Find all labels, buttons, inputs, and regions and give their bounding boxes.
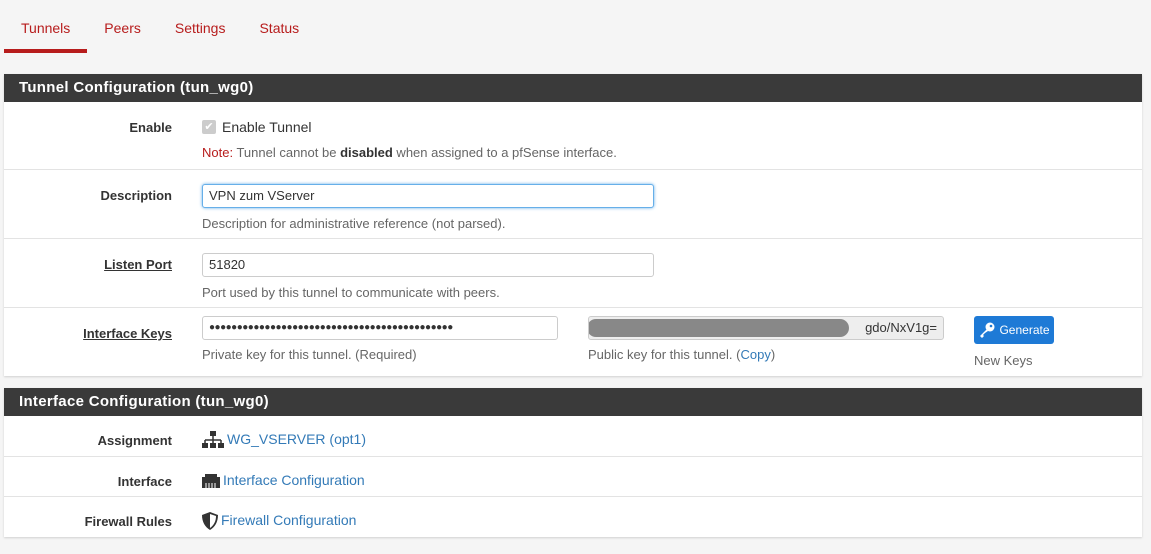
shield-icon xyxy=(202,512,218,531)
generate-button[interactable]: Generate xyxy=(974,316,1054,344)
panel-title: Interface Configuration (tun_wg0) xyxy=(4,388,1142,416)
enable-tunnel-label: Enable Tunnel xyxy=(222,119,312,135)
listen-port-input[interactable]: 51820 xyxy=(202,253,654,277)
assignment-link[interactable]: WG_VSERVER (opt1) xyxy=(227,431,366,447)
listen-port-row: Listen Port 51820 Port used by this tunn… xyxy=(4,239,1142,308)
listen-port-label: Listen Port xyxy=(104,257,172,272)
note-text: Tunnel cannot be xyxy=(233,145,341,160)
listen-port-help: Port used by this tunnel to communicate … xyxy=(202,285,500,300)
enable-note: Note: Tunnel cannot be disabled when ass… xyxy=(202,145,617,160)
tab-tunnels[interactable]: Tunnels xyxy=(4,0,88,53)
interface-value: Interface Configuration xyxy=(202,472,365,489)
interface-configuration-panel: Interface Configuration (tun_wg0) Assign… xyxy=(4,388,1142,537)
panel-title: Tunnel Configuration (tun_wg0) xyxy=(4,74,1142,102)
firewall-value: Firewall Configuration xyxy=(202,512,356,531)
public-key-input: gdo/NxV1g= xyxy=(588,316,944,340)
enable-label: Enable xyxy=(129,120,172,135)
public-help-text: Public key for this tunnel. ( xyxy=(588,347,741,362)
public-help-end: ) xyxy=(770,347,776,362)
private-key-input[interactable]: ●●●●●●●●●●●●●●●●●●●●●●●●●●●●●●●●●●●●●●●●… xyxy=(202,316,558,340)
generate-label: Generate xyxy=(999,323,1050,337)
key-icon xyxy=(980,322,995,338)
description-help: Description for administrative reference… xyxy=(202,216,506,231)
interface-keys-row: Interface Keys ●●●●●●●●●●●●●●●●●●●●●●●●●… xyxy=(4,308,1142,376)
redaction-blur xyxy=(589,319,849,337)
note-prefix: Note: xyxy=(202,145,234,160)
assignment-label: Assignment xyxy=(97,433,172,448)
description-row: Description VPN zum VServer Description … xyxy=(4,170,1142,239)
sitemap-icon xyxy=(202,431,224,449)
note-bold: disabled xyxy=(340,145,393,160)
firewall-configuration-link[interactable]: Firewall Configuration xyxy=(221,512,356,528)
enable-checkbox-group: ✔ Enable Tunnel xyxy=(202,119,312,135)
tab-status[interactable]: Status xyxy=(242,0,316,53)
interface-label: Interface xyxy=(117,474,172,489)
enable-tunnel-checkbox[interactable]: ✔ xyxy=(202,120,216,134)
firewall-rules-label: Firewall Rules xyxy=(84,514,172,529)
tunnel-configuration-panel: Tunnel Configuration (tun_wg0) Enable ✔ … xyxy=(4,74,1142,376)
enable-row: Enable ✔ Enable Tunnel Note: Tunnel cann… xyxy=(4,102,1142,170)
interface-row: Interface Interface Configuration xyxy=(4,457,1142,497)
public-key-value: gdo/NxV1g= xyxy=(865,320,937,335)
tab-settings[interactable]: Settings xyxy=(158,0,243,53)
interface-keys-label: Interface Keys xyxy=(83,326,172,341)
description-label: Description xyxy=(100,188,172,203)
copy-link[interactable]: Copy xyxy=(740,347,770,362)
assignment-value: WG_VSERVER (opt1) xyxy=(202,431,366,449)
private-key-help: Private key for this tunnel. (Required) xyxy=(202,347,417,362)
note-text-end: when assigned to a pfSense interface. xyxy=(392,145,617,160)
public-key-help: Public key for this tunnel. (Copy) xyxy=(588,347,775,362)
generate-help: New Keys xyxy=(974,353,1033,368)
tab-bar: Tunnels Peers Settings Status xyxy=(4,0,316,54)
description-input[interactable]: VPN zum VServer xyxy=(202,184,654,208)
interface-configuration-link[interactable]: Interface Configuration xyxy=(223,472,365,488)
firewall-rules-row: Firewall Rules Firewall Configuration xyxy=(4,497,1142,537)
tab-peers[interactable]: Peers xyxy=(87,0,158,53)
assignment-row: Assignment WG_VSERVER (opt1) xyxy=(4,416,1142,457)
ethernet-icon xyxy=(202,474,220,489)
